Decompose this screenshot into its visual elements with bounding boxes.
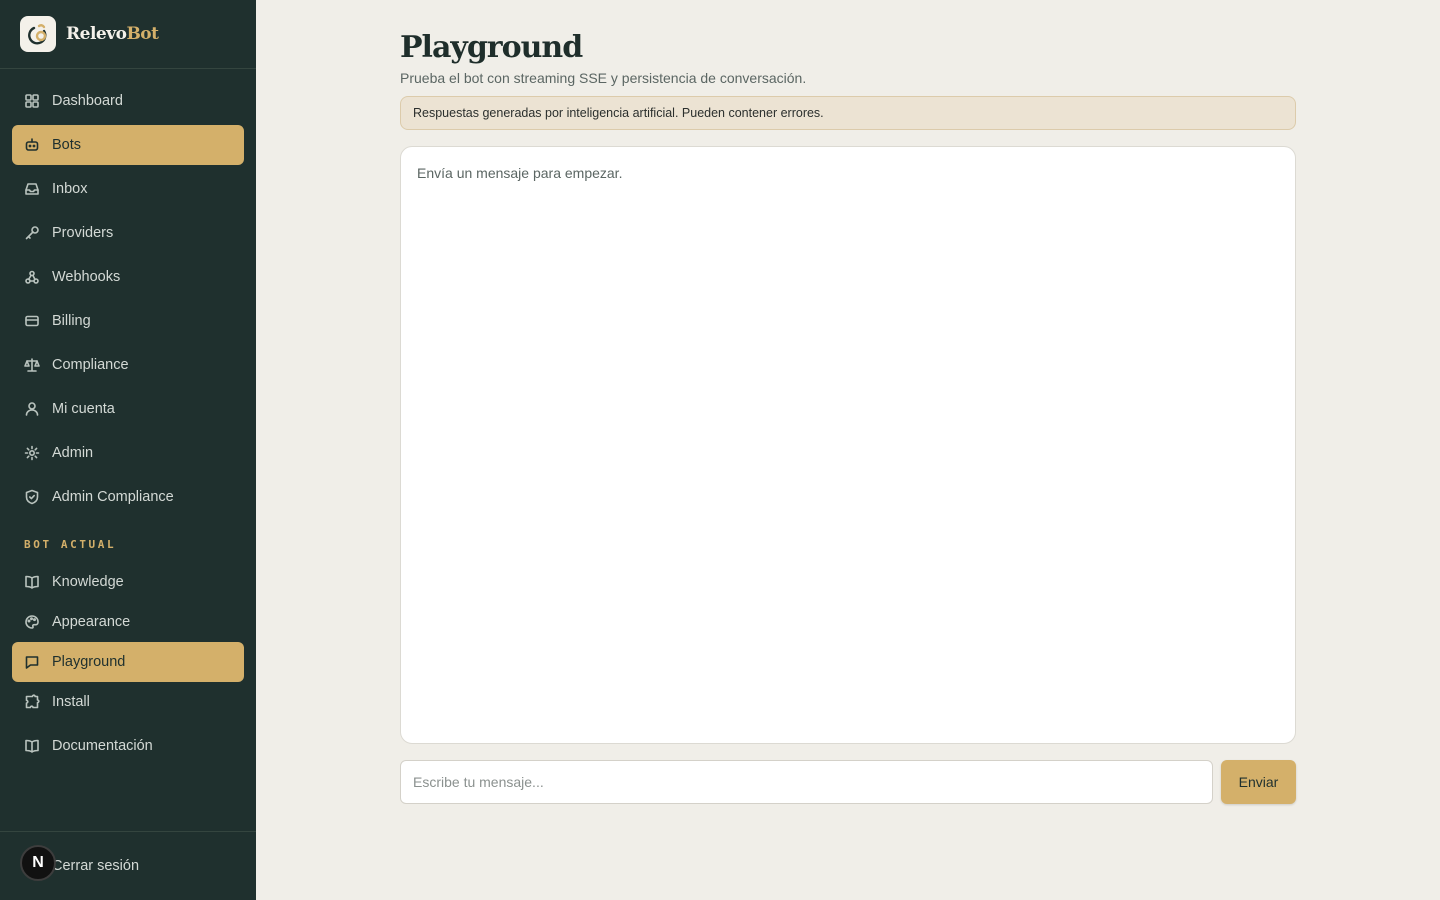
- brand-name: RelevoBot: [66, 24, 159, 44]
- gear-icon: [24, 445, 40, 461]
- webhook-icon: [24, 269, 40, 285]
- sidebar-item-label: Webhooks: [52, 269, 121, 285]
- brand[interactable]: RelevoBot: [0, 0, 256, 69]
- sidebar-item-label: Providers: [52, 225, 114, 241]
- sidebar: RelevoBot Dashboard Bots Inbox Providers…: [0, 0, 256, 900]
- sidebar-item-admin[interactable]: Admin: [12, 433, 244, 473]
- book-icon: [24, 738, 40, 754]
- sidebar-item-label: Bots: [52, 137, 82, 153]
- sidebar-item-providers[interactable]: Providers: [12, 213, 244, 253]
- sidebar-item-label: Playground: [52, 654, 126, 670]
- brand-name-part1: Relevo: [66, 24, 127, 44]
- sidebar-item-label: Compliance: [52, 357, 129, 373]
- sidebar-item-label: Dashboard: [52, 93, 123, 109]
- chat-empty-state: Envía un mensaje para empezar.: [417, 165, 623, 181]
- credit-card-icon: [24, 313, 40, 329]
- sidebar-item-label: Documentación: [52, 738, 153, 754]
- sidebar-item-admin-compliance[interactable]: Admin Compliance: [12, 477, 244, 517]
- user-icon: [24, 401, 40, 417]
- chat-icon: [24, 654, 40, 670]
- bot-nav: Knowledge Appearance Playground Install …: [12, 562, 244, 766]
- logo-icon: [20, 16, 56, 52]
- chat-panel[interactable]: Envía un mensaje para empezar.: [400, 146, 1296, 744]
- send-button[interactable]: Enviar: [1221, 760, 1296, 804]
- sidebar-item-compliance[interactable]: Compliance: [12, 345, 244, 385]
- main-nav: Dashboard Bots Inbox Providers Webhooks …: [12, 81, 244, 517]
- sidebar-item-label: Admin Compliance: [52, 489, 174, 505]
- shield-icon: [24, 489, 40, 505]
- message-input[interactable]: [400, 760, 1213, 804]
- puzzle-icon: [24, 694, 40, 710]
- brand-name-part2: Bot: [126, 24, 159, 44]
- sidebar-item-label: Appearance: [52, 614, 131, 630]
- page-title: Playground: [400, 30, 583, 65]
- palette-icon: [24, 614, 40, 630]
- page-subtitle: Prueba el bot con streaming SSE y persis…: [400, 70, 807, 86]
- dashboard-icon: [24, 93, 40, 109]
- sidebar-item-install[interactable]: Install: [12, 682, 244, 722]
- sidebar-item-label: Admin: [52, 445, 94, 461]
- book-icon: [24, 574, 40, 590]
- ai-disclaimer-text: Respuestas generadas por inteligencia ar…: [413, 106, 824, 120]
- sidebar-item-inbox[interactable]: Inbox: [12, 169, 244, 209]
- ai-disclaimer-banner: Respuestas generadas por inteligencia ar…: [400, 96, 1296, 130]
- sidebar-item-billing[interactable]: Billing: [12, 301, 244, 341]
- inbox-icon: [24, 181, 40, 197]
- n-badge-icon[interactable]: N: [20, 845, 56, 881]
- sidebar-footer: Cerrar sesión N: [0, 831, 256, 900]
- sidebar-item-mi-cuenta[interactable]: Mi cuenta: [12, 389, 244, 429]
- sidebar-item-label: Billing: [52, 313, 91, 329]
- message-composer: Enviar: [400, 760, 1296, 804]
- sidebar-item-webhooks[interactable]: Webhooks: [12, 257, 244, 297]
- sidebar-item-documentacion[interactable]: Documentación: [12, 726, 244, 766]
- logout-button[interactable]: Cerrar sesión: [52, 858, 139, 874]
- sidebar-item-label: Knowledge: [52, 574, 124, 590]
- sidebar-item-label: Install: [52, 694, 90, 710]
- sidebar-item-playground[interactable]: Playground: [12, 642, 244, 682]
- sidebar-item-knowledge[interactable]: Knowledge: [12, 562, 244, 602]
- sidebar-item-bots[interactable]: Bots: [12, 125, 244, 165]
- key-icon: [24, 225, 40, 241]
- sidebar-item-label: Inbox: [52, 181, 88, 197]
- sidebar-item-label: Mi cuenta: [52, 401, 115, 417]
- section-label-bot-actual: BOT ACTUAL: [24, 538, 117, 551]
- scale-icon: [24, 357, 40, 373]
- sidebar-item-appearance[interactable]: Appearance: [12, 602, 244, 642]
- bot-icon: [24, 137, 40, 153]
- sidebar-item-dashboard[interactable]: Dashboard: [12, 81, 244, 121]
